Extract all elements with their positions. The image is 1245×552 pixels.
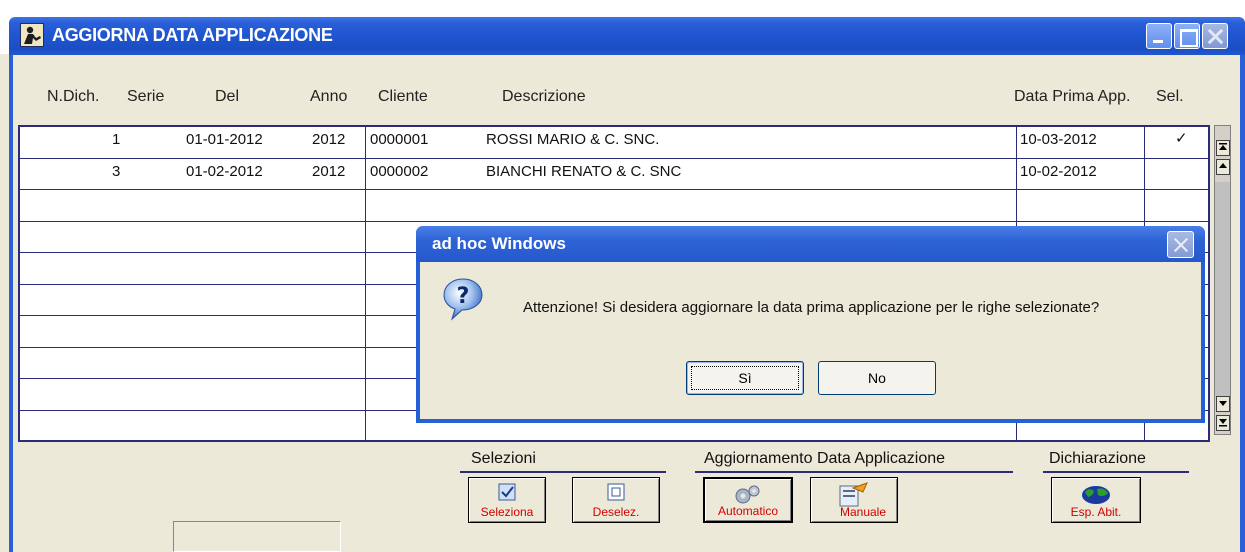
window-title: AGGIORNA DATA APPLICAZIONE <box>52 25 333 45</box>
automatico-button[interactable]: Automatico <box>703 477 793 523</box>
grid-row-line <box>20 189 1208 190</box>
deselez-label: Deselez. <box>592 505 640 519</box>
main-window: AGGIORNA DATA APPLICAZIONE N.Dich. Serie… <box>0 0 1245 552</box>
dialog-title-bar[interactable]: ad hoc Windows <box>416 226 1205 262</box>
cell-ndich: 3 <box>112 163 121 180</box>
cell-data-prima: 10-02-2012 <box>1020 163 1097 180</box>
status-field <box>173 521 341 552</box>
scroll-up-button[interactable] <box>1216 159 1230 175</box>
title-bar-area: AGGIORNA DATA APPLICAZIONE <box>0 0 1245 55</box>
down-arrow-icon <box>1219 401 1227 406</box>
group-title-dichiarazione: Dichiarazione <box>1049 450 1146 467</box>
esp-abit-label: Esp. Abit. <box>1070 505 1122 519</box>
cell-anno: 2012 <box>312 131 346 148</box>
dialog-title: ad hoc Windows <box>432 234 566 253</box>
group-title-selezioni: Selezioni <box>471 450 536 467</box>
esp-abit-button[interactable]: Esp. Abit. <box>1051 477 1141 523</box>
cell-descrizione: BIANCHI RENATO & C. SNC <box>486 163 682 180</box>
vertical-scrollbar[interactable] <box>1214 125 1231 435</box>
seleziona-label: Seleziona <box>480 505 534 519</box>
globe-icon <box>1082 486 1110 504</box>
manuale-button[interactable]: Manuale <box>810 477 898 523</box>
scroll-top-button[interactable] <box>1216 140 1230 156</box>
window-left-border <box>9 55 13 552</box>
no-button[interactable]: No <box>818 361 936 395</box>
scroll-track[interactable] <box>1215 182 1230 396</box>
col-header-cliente: Cliente <box>378 88 428 105</box>
up-arrow-icon <box>1219 163 1227 168</box>
confirm-dialog: ad hoc Windows ? Attenzione! Si desidera… <box>416 226 1205 423</box>
col-header-descrizione: Descrizione <box>502 88 586 105</box>
cell-data-prima: 10-03-2012 <box>1020 131 1097 148</box>
col-header-anno: Anno <box>310 88 348 105</box>
col-header-serie: Serie <box>127 88 165 105</box>
col-header-sel: Sel. <box>1156 88 1184 105</box>
group-title-aggiornamento: Aggiornamento Data Applicazione <box>704 450 946 467</box>
group-line <box>460 471 666 473</box>
double-up-arrow-icon <box>1219 143 1227 150</box>
checkbox-empty-icon <box>607 483 625 501</box>
title-bar[interactable]: AGGIORNA DATA APPLICAZIONE <box>9 17 1245 55</box>
yes-button[interactable]: Sì <box>686 361 804 395</box>
double-down-arrow-icon <box>1219 419 1227 427</box>
minimize-button[interactable] <box>1146 23 1172 49</box>
maximize-button[interactable] <box>1174 23 1200 49</box>
col-header-data-prima: Data Prima App. <box>1014 88 1131 105</box>
dialog-body: ? Attenzione! Si desidera aggiornare la … <box>420 262 1201 419</box>
cell-cliente: 0000002 <box>370 163 429 180</box>
checkbox-checked-icon <box>498 483 516 501</box>
deselez-button[interactable]: Deselez. <box>572 477 660 523</box>
seleziona-button[interactable]: Seleziona <box>468 477 546 523</box>
col-header-ndich: N.Dich. <box>47 88 100 105</box>
automatico-label: Automatico <box>717 504 779 518</box>
dialog-message: Attenzione! Si desidera aggiornare la da… <box>523 299 1100 316</box>
focus-ring <box>691 366 799 390</box>
close-window-button[interactable] <box>1202 23 1228 49</box>
manuale-label: Manuale <box>839 505 887 519</box>
cell-descrizione: ROSSI MARIO & C. SNC. <box>486 131 660 148</box>
cell-sel-checkmark[interactable]: ✓ <box>1175 129 1188 147</box>
cell-del: 01-02-2012 <box>186 163 263 180</box>
person-icon <box>20 23 44 47</box>
cell-cliente: 0000001 <box>370 131 429 148</box>
question-icon: ? <box>443 278 483 321</box>
group-line <box>695 471 1013 473</box>
cell-del: 01-01-2012 <box>186 131 263 148</box>
grid-row-line <box>20 158 1208 159</box>
scroll-down-button[interactable] <box>1216 396 1230 412</box>
svg-text:?: ? <box>457 284 470 309</box>
no-label: No <box>868 370 886 386</box>
grid-row-line <box>20 221 1208 222</box>
window-right-border <box>1240 55 1245 552</box>
col-header-del: Del <box>215 88 240 105</box>
cell-ndich: 1 <box>112 131 121 148</box>
cell-anno: 2012 <box>312 163 346 180</box>
dialog-close-button[interactable] <box>1167 231 1194 258</box>
scroll-bottom-button[interactable] <box>1216 415 1230 431</box>
group-line <box>1043 471 1189 473</box>
gears-icon <box>735 485 760 504</box>
